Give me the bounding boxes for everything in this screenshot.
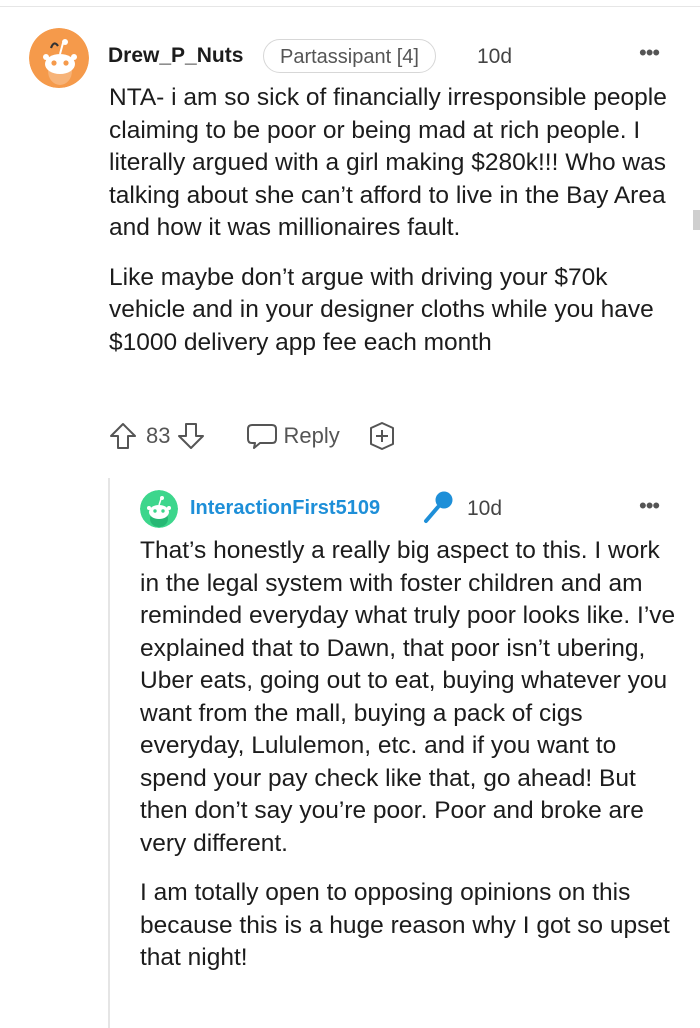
upvote-arrow-icon[interactable] <box>108 421 138 451</box>
reply-label: Reply <box>283 423 340 448</box>
reply-button[interactable]: Reply <box>246 421 340 451</box>
avatar[interactable] <box>140 490 178 528</box>
top-divider <box>0 0 700 7</box>
reply-paragraph: That’s honestly a really big aspect to t… <box>140 537 676 857</box>
comment-body: NTA- i am so sick of financially irrespo… <box>109 82 669 376</box>
scrollbar[interactable] <box>693 210 700 230</box>
comment-paragraph: NTA- i am so sick of financially irrespo… <box>109 84 667 241</box>
downvote-arrow-icon[interactable] <box>176 421 206 451</box>
thread-line[interactable] <box>108 478 110 1028</box>
user-flair: Partassipant [4] <box>263 39 436 73</box>
comment-paragraph: Like maybe don’t argue with driving your… <box>109 263 654 356</box>
avatar[interactable] <box>29 28 89 88</box>
award-plus-icon[interactable] <box>366 420 398 452</box>
comment-actions: 83 Reply <box>108 418 398 454</box>
reply-paragraph: I am totally open to opposing opinions o… <box>140 879 670 971</box>
timestamp: 10d <box>477 45 513 68</box>
username[interactable]: InteractionFirst5109 <box>190 497 380 520</box>
speech-bubble-icon <box>246 421 278 451</box>
username[interactable]: Drew_P_Nuts <box>108 44 243 68</box>
more-options-icon[interactable]: ••• <box>639 42 660 64</box>
timestamp: 10d <box>467 497 503 520</box>
reply-body: That’s honestly a really big aspect to t… <box>140 535 685 992</box>
microphone-icon <box>420 489 456 525</box>
vote-score: 83 <box>146 423 171 448</box>
more-options-icon[interactable]: ••• <box>639 495 660 517</box>
